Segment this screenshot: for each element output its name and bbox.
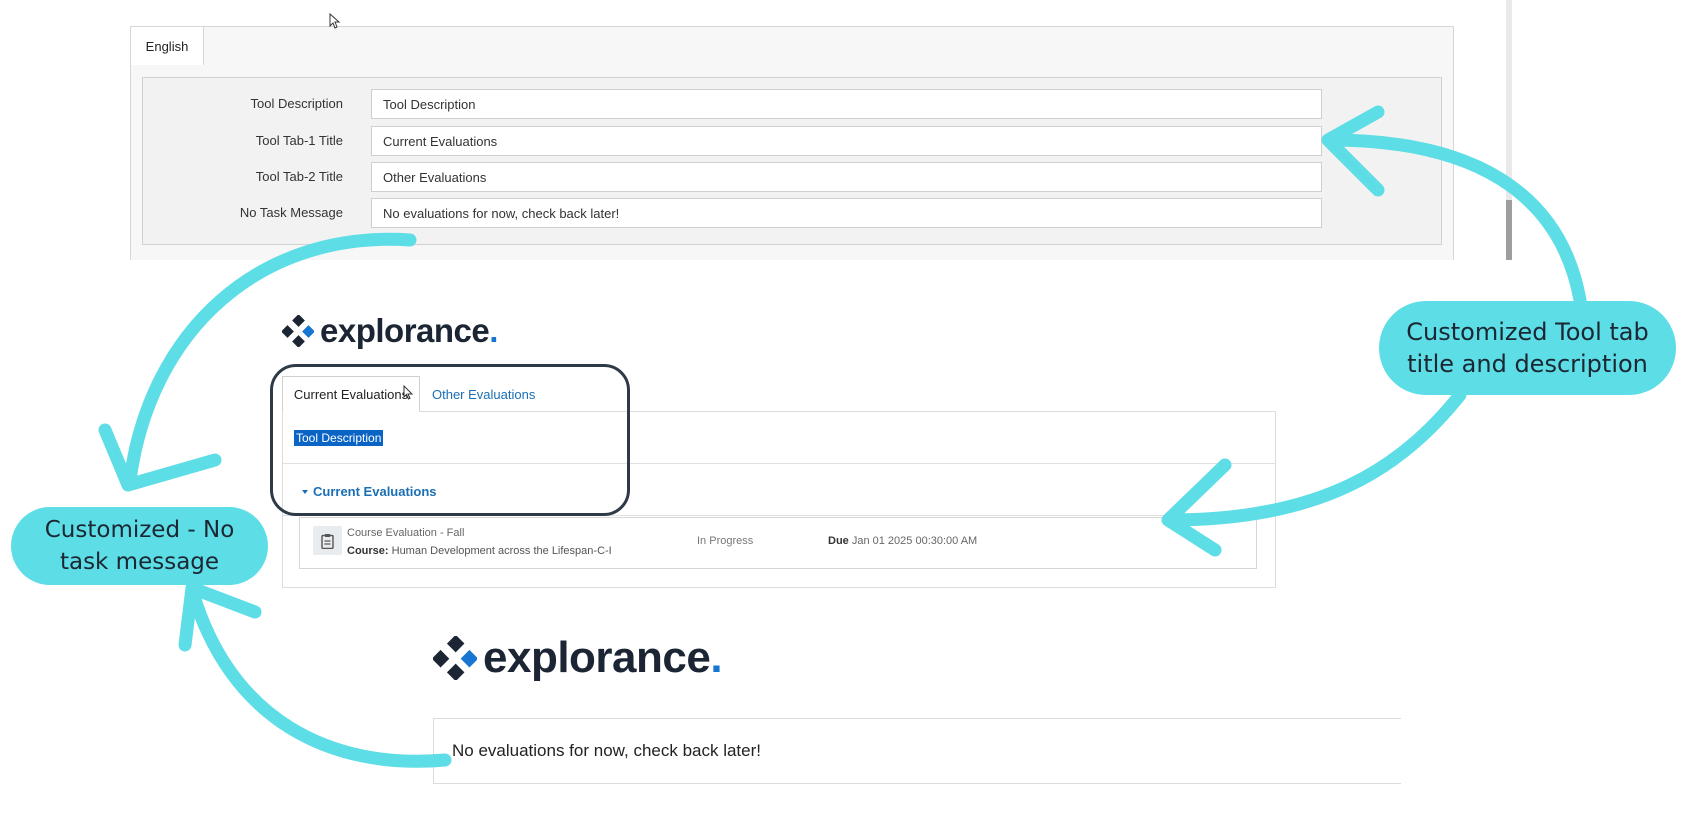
due-date: Due Jan 01 2025 00:30:00 AM [828,535,978,547]
highlight-outline [270,364,630,516]
clipboard-icon [313,526,342,555]
callout-tool-tab-title: Customized Tool tab title and descriptio… [1379,301,1676,395]
tool-tab2-title-label: Tool Tab-2 Title [255,169,343,184]
explorance-logo: explorance. [433,633,723,683]
explorance-logo: explorance. [282,312,498,350]
logo-text: explorance [320,312,490,349]
evaluation-card[interactable] [299,517,1257,569]
tool-tab2-title-input[interactable]: Other Evaluations [371,162,1322,192]
no-task-message: No evaluations for now, check back later… [452,741,761,760]
mouse-cursor-icon [329,13,341,29]
logo-dot: . [489,312,498,349]
logo-text: explorance [483,633,711,682]
evaluation-title[interactable]: Course Evaluation - Fall [347,527,464,539]
tool-description-label: Tool Description [250,96,344,111]
status-text: In Progress [697,535,754,547]
tool-tab1-title-label: Tool Tab-1 Title [255,133,343,148]
no-task-message-input[interactable]: No evaluations for now, check back later… [371,198,1322,228]
tool-tab1-title-input[interactable]: Current Evaluations [371,126,1322,156]
logo-dot: . [710,633,723,682]
callout-no-task-message: Customized - No task message [11,507,268,585]
explorance-logo-icon [433,636,477,680]
explorance-logo-icon [282,315,314,347]
evaluation-course: Course: Human Development across the Lif… [347,545,612,557]
no-task-message-label: No Task Message [239,205,343,220]
tab-english[interactable]: English [131,27,204,65]
tool-description-input[interactable]: Tool Description [371,89,1322,119]
scrollbar-thumb[interactable] [1506,200,1512,260]
